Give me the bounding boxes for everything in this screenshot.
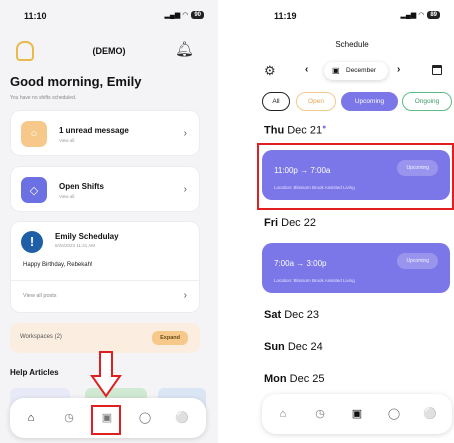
messages-card[interactable]: ○ 1 unread message View all › bbox=[10, 110, 200, 156]
calendar-today-icon[interactable] bbox=[432, 65, 442, 75]
gear-icon[interactable]: ⚙ bbox=[264, 63, 276, 79]
dot-indicator: ● bbox=[322, 124, 327, 131]
signal-icon: ▂▄▆ ◠ bbox=[400, 12, 425, 19]
announcement-icon: ! bbox=[21, 231, 43, 253]
status-time: 11:10 bbox=[24, 11, 47, 21]
filter-all[interactable]: All bbox=[262, 92, 290, 111]
month-picker[interactable]: ▣ December bbox=[324, 62, 388, 80]
workspaces-label: Workspaces (2) bbox=[20, 334, 62, 340]
status-badge: Upcoming bbox=[397, 253, 438, 269]
chevron-right-icon: › bbox=[183, 184, 187, 195]
shift-location: Location: Blossom Brook Assisted Living bbox=[274, 278, 355, 283]
chevron-left-icon[interactable]: ‹ bbox=[305, 64, 308, 75]
open-shifts-title: Open Shifts bbox=[59, 182, 104, 191]
greeting-subtitle: You have no shifts scheduled. bbox=[10, 95, 77, 101]
help-articles-title: Help Articles bbox=[10, 368, 59, 377]
open-shifts-card[interactable]: ◇ Open Shifts View all › bbox=[10, 166, 200, 212]
home-screen: 11:10 ▂▄▆ ◠ 90 (DEMO) 🔔︎ Good morning, E… bbox=[0, 0, 218, 443]
day-header: Thu Dec 21● bbox=[264, 124, 327, 137]
battery-icon: 89 bbox=[427, 11, 440, 19]
messages-view-all: View all bbox=[59, 138, 75, 143]
status-time: 11:19 bbox=[274, 11, 297, 21]
filter-open[interactable]: Open bbox=[296, 92, 336, 111]
home-icon[interactable]: ⌂ bbox=[24, 411, 38, 425]
expand-button[interactable]: Expand bbox=[152, 331, 188, 345]
chevron-right-icon[interactable]: › bbox=[397, 64, 400, 75]
clock-icon[interactable]: ◷ bbox=[313, 407, 327, 421]
calendar-icon[interactable]: ▣ bbox=[350, 407, 364, 421]
post-date: 8/26/2023 11:41 AM bbox=[55, 243, 95, 248]
filter-upcoming[interactable]: Upcoming bbox=[341, 92, 398, 111]
filter-ongoing[interactable]: Ongoing bbox=[402, 92, 452, 111]
highlight-box bbox=[257, 143, 454, 210]
battery-icon: 90 bbox=[191, 11, 204, 19]
chevron-right-icon[interactable]: › bbox=[184, 290, 187, 301]
highlight-box bbox=[91, 405, 121, 435]
clock-icon[interactable]: ◷ bbox=[62, 411, 76, 425]
shift-card[interactable]: 7:00a → 3:00p Location: Blossom Brook As… bbox=[262, 243, 450, 293]
month-label: December bbox=[346, 67, 376, 74]
chat-icon[interactable]: ◯ bbox=[138, 411, 152, 425]
post-author: Emily Schedulay bbox=[55, 232, 119, 241]
app-header: (DEMO) 🔔︎ bbox=[0, 36, 218, 66]
schedule-screen: 11:19 ▂▄▆ ◠ 89 Schedule ⚙ ‹ ▣ December ›… bbox=[250, 0, 454, 443]
profile-icon[interactable]: ⚪ bbox=[175, 411, 189, 425]
post-card: ! Emily Schedulay 8/26/2023 11:41 AM Hap… bbox=[10, 221, 200, 313]
shift-time: 7:00a → 3:00p bbox=[274, 259, 327, 268]
day-header: Sun Dec 24 bbox=[264, 341, 323, 353]
signal-icon: ▂▄▆ ◠ bbox=[164, 12, 189, 19]
chevron-right-icon: › bbox=[183, 128, 187, 139]
home-icon[interactable]: ⌂ bbox=[276, 407, 290, 421]
day-header: Mon Dec 25 bbox=[264, 373, 325, 385]
divider bbox=[11, 280, 199, 281]
status-bar: 11:19 ▂▄▆ ◠ 89 bbox=[250, 0, 454, 28]
open-shifts-view-all: View all bbox=[59, 194, 75, 199]
chat-icon[interactable]: ◯ bbox=[387, 407, 401, 421]
greeting: Good morning, Emily bbox=[10, 74, 142, 89]
message-icon: ○ bbox=[21, 121, 47, 147]
bell-icon[interactable]: 🔔︎ bbox=[175, 40, 194, 58]
page-title: Schedule bbox=[335, 40, 369, 49]
status-bar: 11:10 ▂▄▆ ◠ 90 bbox=[0, 0, 218, 28]
calendar-icon: ▣ bbox=[332, 66, 340, 75]
day-header: Sat Dec 23 bbox=[264, 309, 320, 321]
day-header: Fri Dec 22 bbox=[264, 217, 316, 229]
bottom-tab-bar: ⌂ ◷ ▣ ◯ ⚪ bbox=[262, 394, 452, 434]
workspaces-bar: Workspaces (2) Expand bbox=[10, 323, 200, 353]
red-arrow-annotation bbox=[90, 351, 122, 398]
post-body: Happy Birthday, Rebekah! bbox=[23, 262, 93, 268]
view-all-posts-link[interactable]: View all posts bbox=[23, 293, 57, 299]
profile-icon[interactable]: ⚪ bbox=[423, 407, 437, 421]
layers-icon: ◇ bbox=[21, 177, 47, 203]
messages-title: 1 unread message bbox=[59, 126, 129, 135]
